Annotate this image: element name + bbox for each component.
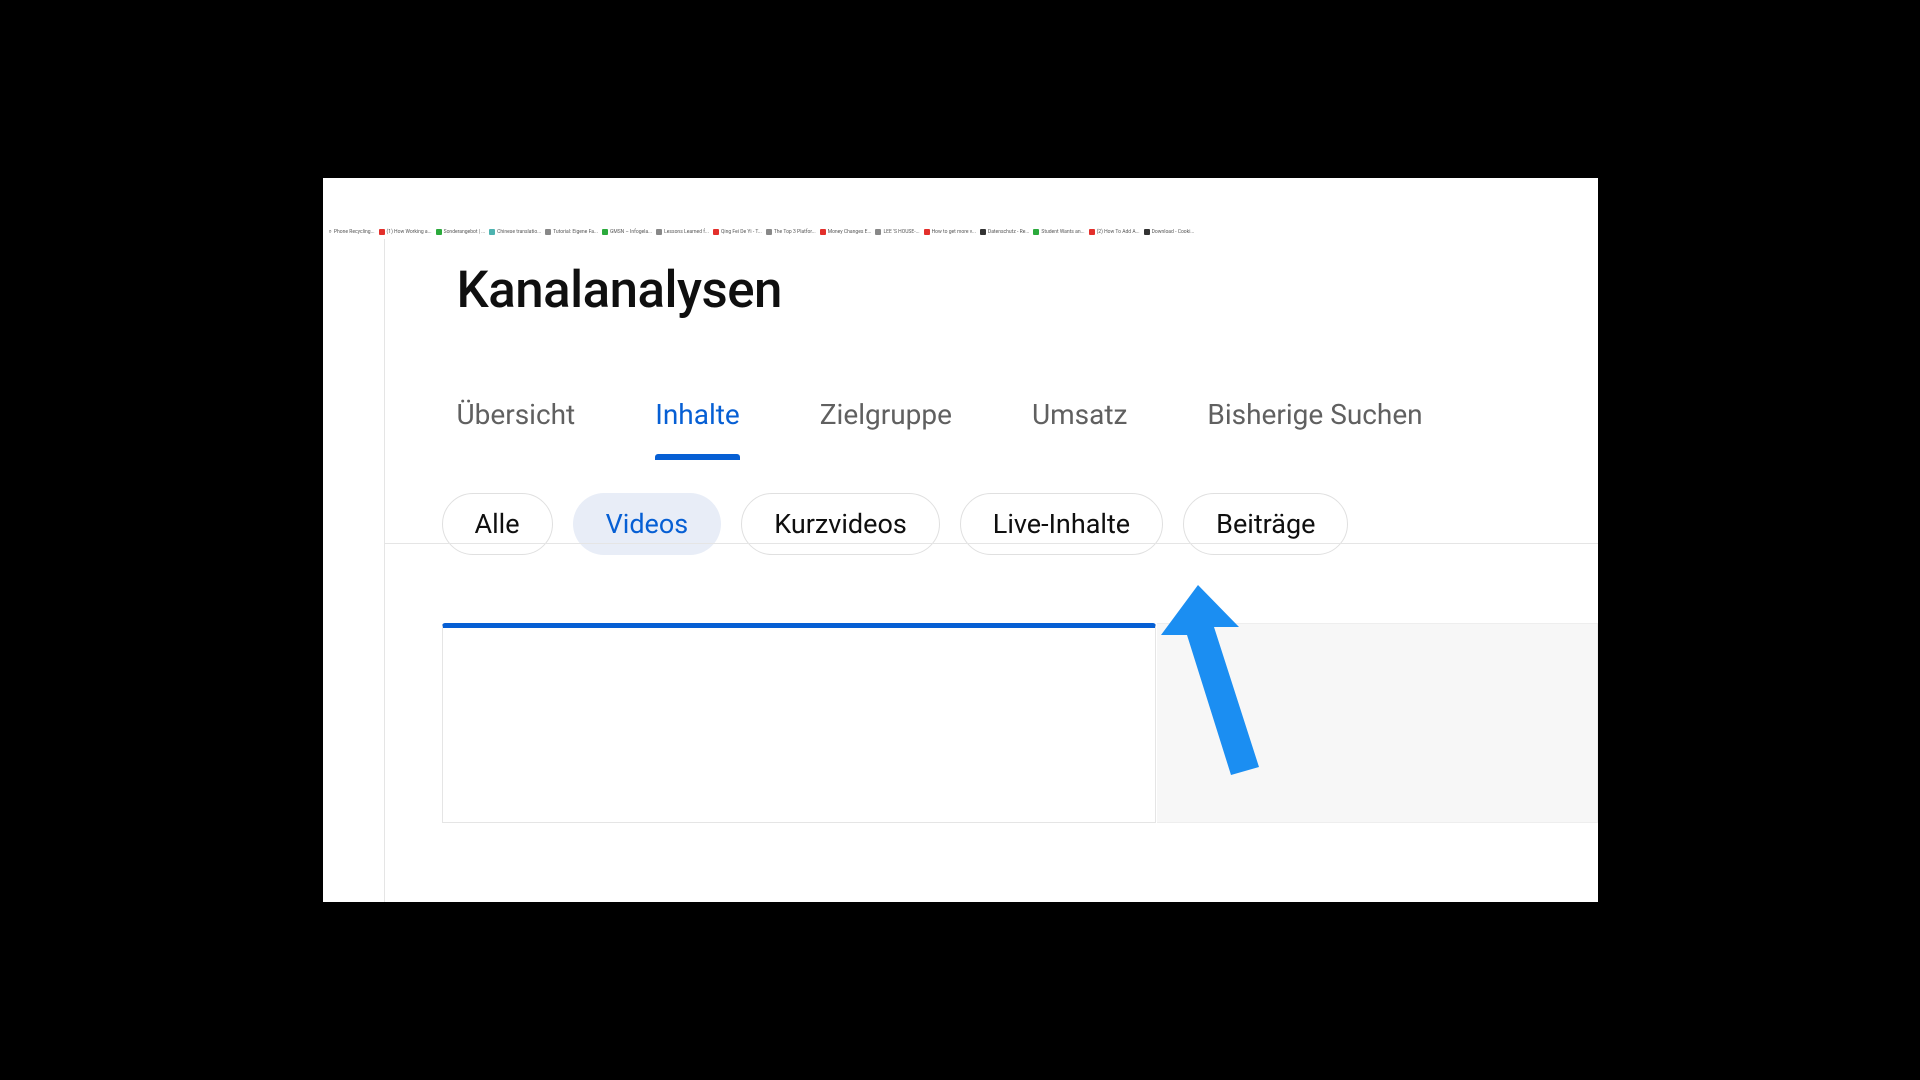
- tab-underline: [384, 543, 1598, 544]
- page-title: Kanalanalysen: [384, 239, 1598, 320]
- favicon-icon: [1033, 229, 1039, 235]
- favicon-icon: [1144, 229, 1150, 235]
- bookmarks-bar: ⌕Phone Recycling... (1) How Working a...…: [329, 225, 1598, 239]
- favicon-icon: [766, 229, 772, 235]
- tab-overview[interactable]: Übersicht: [457, 398, 576, 457]
- bookmark-item[interactable]: (1) How Working a...: [379, 229, 432, 235]
- metric-card-next[interactable]: [1157, 623, 1598, 823]
- bookmark-label: Download - Cooki...: [1152, 229, 1195, 235]
- bookmark-label: Datenschutz - Re...: [988, 229, 1029, 235]
- main-content: Kanalanalysen Übersicht Inhalte Zielgrup…: [384, 239, 1598, 902]
- favicon-icon: [602, 229, 608, 235]
- metric-card-active[interactable]: [442, 623, 1156, 823]
- favicon-icon: [980, 229, 986, 235]
- chip-posts[interactable]: Beiträge: [1183, 493, 1348, 555]
- favicon-icon: [489, 229, 495, 235]
- bookmark-item[interactable]: (2) How To Add A...: [1089, 229, 1140, 235]
- tab-research[interactable]: Bisherige Suchen: [1207, 398, 1422, 457]
- bookmark-item[interactable]: Chinese translatio...: [489, 229, 541, 235]
- bookmark-label: Qing Fei De Yi - T...: [721, 229, 762, 235]
- tab-revenue[interactable]: Umsatz: [1032, 398, 1127, 457]
- bookmark-label: (2) How To Add A...: [1097, 229, 1140, 235]
- bookmark-item[interactable]: Sonderangebot | ...: [436, 229, 486, 235]
- bookmark-item[interactable]: How to get more v...: [924, 229, 976, 235]
- bookmark-item[interactable]: Lessons Learned f...: [656, 229, 709, 235]
- bookmark-item[interactable]: Tutorial: Eigene Fa...: [545, 229, 598, 235]
- bookmark-item[interactable]: Datenschutz - Re...: [980, 229, 1029, 235]
- bookmark-item[interactable]: Qing Fei De Yi - T...: [713, 229, 762, 235]
- tab-bar: Übersicht Inhalte Zielgruppe Umsatz Bish…: [384, 398, 1598, 457]
- bookmark-item[interactable]: ⌕Phone Recycling...: [329, 228, 375, 236]
- metrics-area: [384, 623, 1598, 823]
- chip-videos[interactable]: Videos: [573, 493, 722, 555]
- favicon-icon: [713, 229, 719, 235]
- bookmark-item[interactable]: The Top 3 Platfor...: [766, 229, 816, 235]
- bookmark-label: GMSN – Infogela...: [610, 229, 652, 235]
- favicon-icon: [820, 229, 826, 235]
- bookmark-item[interactable]: Student Wants an...: [1033, 229, 1084, 235]
- bookmark-label: How to get more v...: [932, 229, 976, 235]
- bookmark-label: Phone Recycling...: [334, 229, 375, 235]
- bookmark-label: Student Wants an...: [1041, 229, 1084, 235]
- bookmark-label: Chinese translatio...: [497, 229, 541, 235]
- favicon-icon: [379, 229, 385, 235]
- chip-live[interactable]: Live-Inhalte: [960, 493, 1163, 555]
- favicon-icon: [875, 229, 881, 235]
- bookmark-item[interactable]: Money Changes E...: [820, 229, 872, 235]
- bookmark-item[interactable]: Download - Cooki...: [1144, 229, 1195, 235]
- filter-chips: Alle Videos Kurzvideos Live-Inhalte Beit…: [384, 493, 1598, 555]
- bookmark-label: The Top 3 Platfor...: [774, 229, 816, 235]
- bookmark-label: Lessons Learned f...: [664, 229, 709, 235]
- bookmark-label: Tutorial: Eigene Fa...: [553, 229, 598, 235]
- bookmark-label: Sonderangebot | ...: [444, 229, 486, 235]
- favicon-icon: [545, 229, 551, 235]
- search-icon: ⌕: [329, 228, 332, 236]
- favicon-icon: [924, 229, 930, 235]
- tab-audience[interactable]: Zielgruppe: [820, 398, 952, 457]
- bookmark-label: LEE 'S HOUSE-...: [883, 229, 919, 235]
- chip-shorts[interactable]: Kurzvideos: [741, 493, 940, 555]
- favicon-icon: [656, 229, 662, 235]
- bookmark-item[interactable]: GMSN – Infogela...: [602, 229, 652, 235]
- bookmark-item[interactable]: LEE 'S HOUSE-...: [875, 229, 919, 235]
- favicon-icon: [1089, 229, 1095, 235]
- bookmark-label: (1) How Working a...: [387, 229, 432, 235]
- tab-content[interactable]: Inhalte: [655, 398, 740, 457]
- chip-all[interactable]: Alle: [442, 493, 553, 555]
- favicon-icon: [436, 229, 442, 235]
- app-window: ⌕Phone Recycling... (1) How Working a...…: [323, 178, 1598, 902]
- bookmark-label: Money Changes E...: [828, 229, 872, 235]
